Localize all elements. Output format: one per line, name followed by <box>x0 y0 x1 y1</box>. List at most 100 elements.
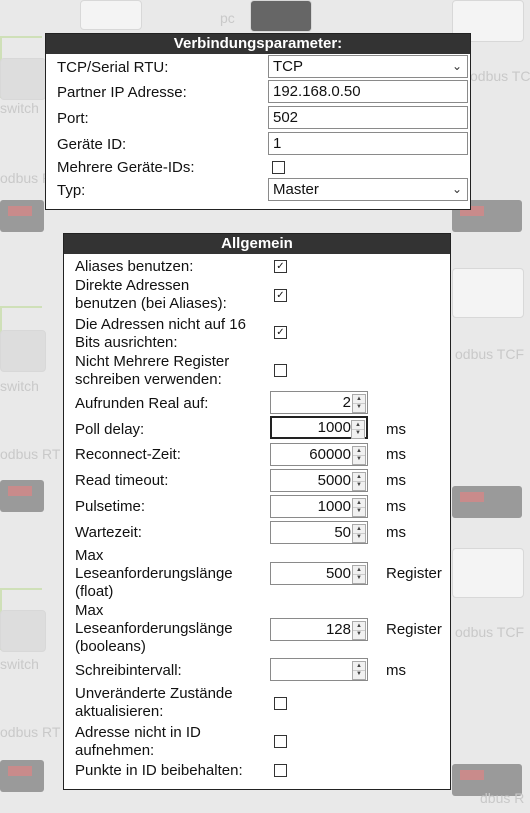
pulsetime-label: Pulsetime: <box>75 498 146 515</box>
keep-dots-in-id-label: Punkte in ID beibehalten: <box>75 762 243 779</box>
poll-delay-label: Poll delay: <box>75 421 145 438</box>
bg-label: odbus RT <box>0 724 61 740</box>
address-not-in-id-checkbox[interactable] <box>274 735 287 748</box>
tcp-serial-select[interactable]: TCP ⌄ <box>268 55 468 78</box>
switch-image <box>0 58 46 100</box>
multiple-device-ids-checkbox[interactable] <box>272 161 285 174</box>
reconnect-time-input[interactable]: 60000 ▲ ▼ <box>270 443 368 466</box>
spin-down-icon[interactable]: ▼ <box>353 533 365 541</box>
spin-down-icon[interactable]: ▼ <box>353 455 365 463</box>
address-not-in-id-label: Adresse nicht in ID aufnehmen: <box>75 724 201 759</box>
read-timeout-unit: ms <box>386 472 406 489</box>
write-interval-label: Schreibintervall: <box>75 662 182 679</box>
pulsetime-value: 1000 <box>317 498 351 515</box>
pulsetime-unit: ms <box>386 498 406 515</box>
reconnect-time-label: Reconnect-Zeit: <box>75 446 181 463</box>
round-real-input[interactable]: 2 ▲ ▼ <box>270 391 368 414</box>
read-timeout-label: Read timeout: <box>75 472 169 489</box>
no-16bit-align-label: Die Adressen nicht auf 16 Bits ausrichte… <box>75 316 246 351</box>
spin-down-icon[interactable]: ▼ <box>352 429 364 437</box>
bg-label: switch <box>0 656 39 672</box>
type-select[interactable]: Master ⌄ <box>268 178 468 201</box>
partner-ip-label: Partner IP Adresse: <box>57 84 187 101</box>
general-title: Allgemein <box>64 234 450 254</box>
max-read-length-float-value: 500 <box>325 565 351 582</box>
write-interval-unit: ms <box>386 662 406 679</box>
device-image <box>80 0 142 30</box>
reconnect-time-unit: ms <box>386 446 406 463</box>
direct-addresses-checkbox[interactable]: ✓ <box>274 289 287 302</box>
no-16bit-align-checkbox[interactable]: ✓ <box>274 326 287 339</box>
spinner[interactable]: ▲ ▼ <box>352 524 366 543</box>
port-label: Port: <box>57 110 89 127</box>
wait-time-label: Wartezeit: <box>75 524 142 541</box>
keep-dots-in-id-checkbox[interactable] <box>274 764 287 777</box>
max-read-length-float-label: Max Leseanforderungslänge (float) <box>75 547 233 600</box>
device-id-input[interactable]: 1 <box>268 132 468 155</box>
max-read-length-float-unit: Register <box>386 565 442 582</box>
tcp-serial-value: TCP <box>273 58 303 75</box>
spin-down-icon[interactable]: ▼ <box>353 403 365 411</box>
device-id-label: Geräte ID: <box>57 136 127 153</box>
spin-down-icon[interactable]: ▼ <box>353 481 365 489</box>
pc-image <box>250 0 312 32</box>
read-timeout-value: 5000 <box>317 472 351 489</box>
wait-time-unit: ms <box>386 524 406 541</box>
read-timeout-input[interactable]: 5000 ▲ ▼ <box>270 469 368 492</box>
wait-time-value: 50 <box>334 524 351 541</box>
spinner[interactable]: ▲ ▼ <box>352 621 366 640</box>
max-read-length-bool-value: 128 <box>325 621 351 638</box>
update-unchanged-states-checkbox[interactable] <box>274 697 287 710</box>
spinner[interactable]: ▲ ▼ <box>352 394 366 413</box>
multiple-device-ids-label: Mehrere Geräte-IDs: <box>57 159 195 176</box>
use-aliases-checkbox[interactable]: ✓ <box>274 260 287 273</box>
spin-down-icon[interactable]: ▼ <box>353 574 365 582</box>
controller-image <box>452 486 522 518</box>
spinner[interactable]: ▲ ▼ <box>352 565 366 584</box>
round-real-label: Aufrunden Real auf: <box>75 395 209 412</box>
wait-time-input[interactable]: 50 ▲ ▼ <box>270 521 368 544</box>
general-panel: Allgemein Aliases benutzen: ✓ Direkte Ad… <box>63 233 451 790</box>
spinner[interactable]: ▲ ▼ <box>352 446 366 465</box>
bg-label: odbus TCF <box>470 68 530 84</box>
spinner[interactable]: ▲ ▼ <box>352 498 366 517</box>
switch-image <box>0 610 46 652</box>
bg-label: odbus RT <box>0 446 61 462</box>
max-read-length-bool-input[interactable]: 128 ▲ ▼ <box>270 618 368 641</box>
poll-delay-unit: ms <box>386 421 406 438</box>
spin-down-icon[interactable]: ▼ <box>353 630 365 638</box>
max-read-length-bool-label: Max Leseanforderungslänge (booleans) <box>75 602 233 655</box>
bg-label: switch <box>0 378 39 394</box>
partner-ip-input[interactable]: 192.168.0.50 <box>268 80 468 103</box>
max-read-length-float-input[interactable]: 500 ▲ ▼ <box>270 562 368 585</box>
type-value: Master <box>273 181 319 198</box>
bg-label: dbus R <box>480 790 525 806</box>
bg-label: switch <box>0 100 39 116</box>
spin-down-icon[interactable]: ▼ <box>353 670 365 678</box>
connection-parameters-panel: Verbindungsparameter: TCP/Serial RTU: TC… <box>45 33 471 210</box>
poll-delay-value: 1000 <box>317 419 351 436</box>
chevron-down-icon: ⌄ <box>451 182 462 196</box>
no-multiple-register-write-checkbox[interactable] <box>274 364 287 377</box>
type-label: Typ: <box>57 182 86 199</box>
spinner[interactable]: ▲ ▼ <box>351 420 365 439</box>
spinner[interactable]: ▲ ▼ <box>352 661 366 680</box>
connection-parameters-title: Verbindungsparameter: <box>46 34 470 54</box>
spinner[interactable]: ▲ ▼ <box>352 472 366 491</box>
spin-down-icon[interactable]: ▼ <box>353 507 365 515</box>
use-aliases-label: Aliases benutzen: <box>75 258 194 275</box>
write-interval-input[interactable]: ▲ ▼ <box>270 658 368 681</box>
tcp-serial-label: TCP/Serial RTU: <box>57 59 169 76</box>
device-image <box>452 268 524 318</box>
pulsetime-input[interactable]: 1000 ▲ ▼ <box>270 495 368 518</box>
switch-image <box>0 330 46 372</box>
bg-label: pc <box>220 10 235 26</box>
bg-label: odbus TCF <box>455 346 524 362</box>
controller-image <box>0 480 44 512</box>
direct-addresses-label: Direkte Adressen benutzen (bei Aliases): <box>75 277 227 312</box>
controller-image <box>0 760 44 792</box>
update-unchanged-states-label: Unveränderte Zustände aktualisieren: <box>75 685 233 720</box>
port-input[interactable]: 502 <box>268 106 468 129</box>
controller-image <box>0 200 44 232</box>
poll-delay-input[interactable]: 1000 ▲ ▼ <box>270 416 368 439</box>
